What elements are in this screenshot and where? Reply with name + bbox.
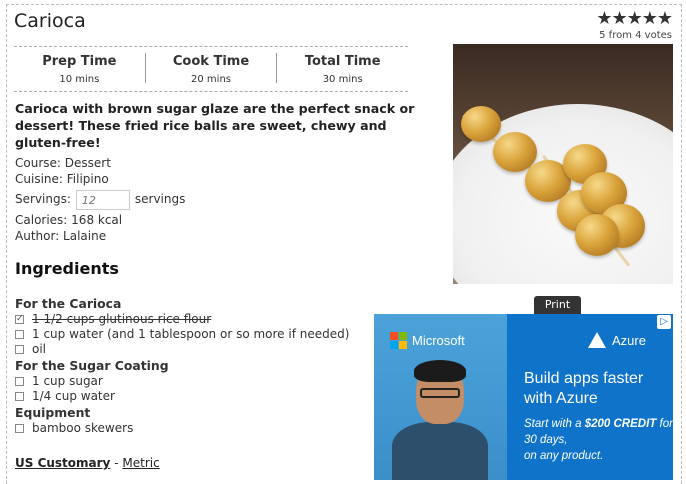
cook-time-value: 20 mins <box>191 74 231 85</box>
list-item[interactable]: 1 cup sugar <box>15 374 349 389</box>
ingredient-text: bamboo skewers <box>32 421 134 435</box>
ingredient-group-title: For the Carioca <box>15 296 122 311</box>
us-customary-link[interactable]: US Customary <box>15 456 110 470</box>
carioca-ball-image <box>575 214 619 256</box>
ad-subtext-bold: $200 CREDIT <box>584 418 657 430</box>
list-item[interactable]: 1 1/2 cups glutinous rice flour <box>15 312 349 327</box>
ingredient-group-title: Equipment <box>15 405 91 420</box>
recipe-summary: Carioca with brown sugar glaze are the p… <box>15 101 415 150</box>
ingredients-list: For the Carioca 1 1/2 cups glutinous ric… <box>15 295 349 436</box>
recipe-calories: Calories: 168 kcal <box>15 213 123 227</box>
azure-brand: Azure <box>612 332 646 348</box>
checkbox[interactable] <box>15 392 24 401</box>
microsoft-logo: Microsoft <box>390 332 465 349</box>
cook-time: Cook Time 20 mins <box>144 53 277 85</box>
recipe-photo <box>453 44 673 284</box>
metric-link[interactable]: Metric <box>122 456 159 470</box>
ad-subtext-3: on any product. <box>524 450 604 462</box>
azure-icon <box>588 332 606 348</box>
list-item[interactable]: 1/4 cup water <box>15 389 349 404</box>
recipe-times: Prep Time 10 mins Cook Time 20 mins Tota… <box>14 46 408 92</box>
checkbox[interactable] <box>15 377 24 386</box>
servings-unit: servings <box>134 192 186 207</box>
servings-row: Servings: servings <box>15 187 185 213</box>
ingredient-text: 1/4 cup water <box>32 389 115 403</box>
ad-subtext: Start with a $200 CREDIT for 30 days, on… <box>524 416 673 464</box>
microsoft-squares-icon <box>390 332 407 349</box>
recipe-cuisine: Cuisine: Filipino <box>15 171 109 186</box>
print-button[interactable]: Print <box>534 296 581 314</box>
recipe-course: Course: Dessert <box>15 156 111 170</box>
list-item[interactable]: 1 cup water (and 1 tablespoon or so more… <box>15 327 349 342</box>
list-item[interactable]: bamboo skewers <box>15 421 349 436</box>
advertisement[interactable]: Microsoft Azure Build apps faster with A… <box>374 314 673 480</box>
servings-input[interactable] <box>75 190 130 210</box>
ingredient-group-title: For the Sugar Coating <box>15 358 169 373</box>
total-time-label: Total Time <box>304 54 381 69</box>
checkbox[interactable] <box>15 330 24 339</box>
ad-choices-icon[interactable]: ▷ <box>657 315 671 329</box>
azure-logo: Azure <box>588 332 646 348</box>
servings-label: Servings: <box>15 192 71 207</box>
checkbox-checked[interactable] <box>15 312 24 327</box>
ingredient-text: oil <box>32 342 47 356</box>
ingredient-text: 1 cup water (and 1 tablespoon or so more… <box>32 327 350 341</box>
ad-photo-panel: Microsoft <box>374 314 507 480</box>
ingredient-text: 1 1/2 cups glutinous rice flour <box>32 312 212 326</box>
list-item[interactable]: oil <box>15 342 349 357</box>
prep-time: Prep Time 10 mins <box>14 47 145 91</box>
microsoft-brand: Microsoft <box>412 333 465 348</box>
recipe-title: Carioca <box>14 10 86 32</box>
checkbox[interactable] <box>15 424 24 433</box>
ingredients-heading: Ingredients <box>15 259 119 278</box>
carioca-ball-image <box>461 106 501 142</box>
ad-headline-line-2: with Azure <box>524 390 598 407</box>
checkbox[interactable] <box>15 345 24 354</box>
unit-switcher: US Customary - Metric <box>15 456 160 470</box>
ingredient-text: 1 cup sugar <box>32 374 103 388</box>
total-time: Total Time 30 mins <box>276 53 408 85</box>
rating[interactable]: ★★★★★ 5 from 4 votes <box>596 10 673 42</box>
ad-headline-line-1: Build apps faster <box>524 370 644 387</box>
person-image <box>392 360 488 480</box>
cook-time-label: Cook Time <box>172 54 250 69</box>
unit-separator: - <box>114 456 119 470</box>
total-time-value: 30 mins <box>322 74 363 85</box>
ad-headline: Build apps faster with Azure <box>524 369 643 409</box>
ad-subtext-1: Start with a <box>524 418 585 430</box>
prep-time-label: Prep Time <box>42 54 117 69</box>
rating-votes: 5 from 4 votes <box>599 30 672 41</box>
recipe-author: Author: Lalaine <box>15 228 107 243</box>
star-rating-icon[interactable]: ★★★★★ <box>596 10 673 28</box>
prep-time-value: 10 mins <box>59 74 100 85</box>
recipe-meta: Course: Dessert Cuisine: Filipino Servin… <box>15 156 185 244</box>
